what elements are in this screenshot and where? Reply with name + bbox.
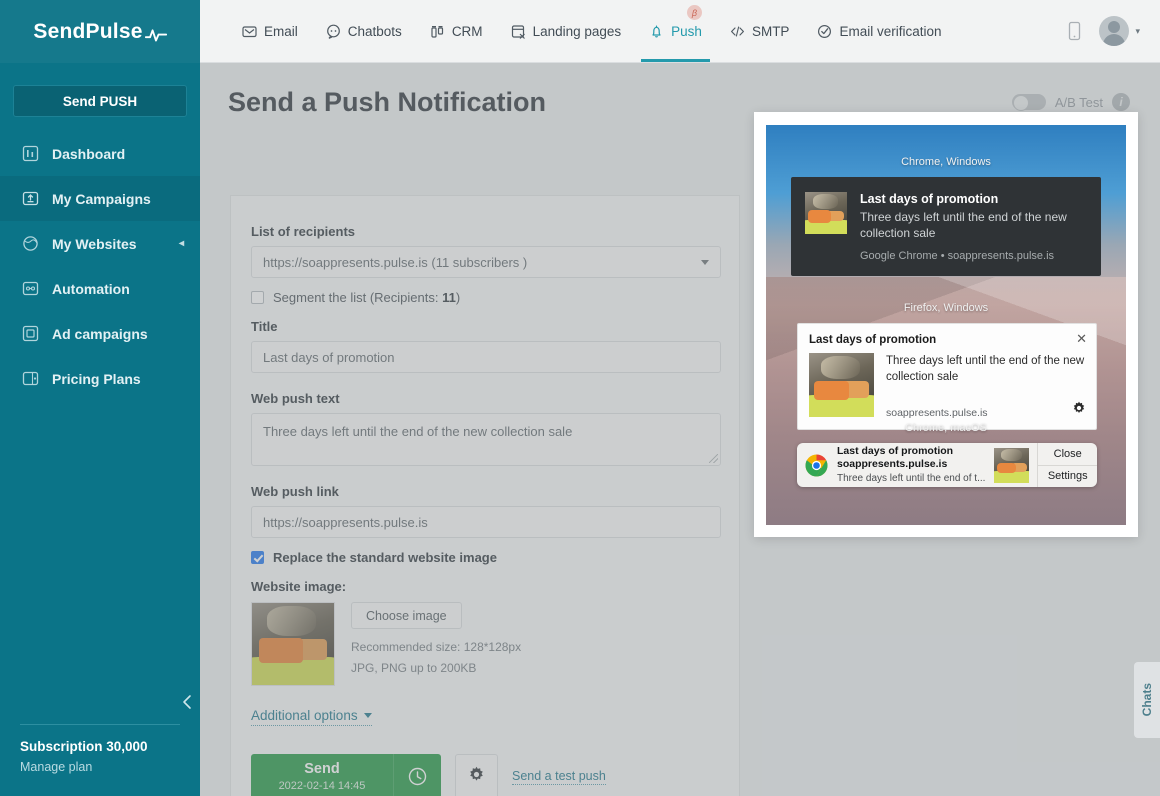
settings-button[interactable]: Settings	[1038, 466, 1097, 488]
tab-label: CRM	[451, 23, 483, 39]
preview-wallpaper: Chrome, Windows Last days of promotion T…	[766, 125, 1126, 525]
avatar-body	[1103, 34, 1126, 46]
top-navigation: Email Chatbots CRM Landing pages β Push …	[200, 0, 1160, 63]
notification-body: Three days left until the end of t...	[837, 472, 986, 484]
brand-logo[interactable]: SendPulse	[0, 0, 200, 63]
sidebar-item-automation[interactable]: Automation	[0, 266, 200, 311]
close-button[interactable]: Close	[1038, 443, 1097, 466]
notification-domain: soappresents.pulse.is	[837, 458, 948, 471]
notification-chrome-windows[interactable]: Last days of promotion Three days left u…	[791, 177, 1101, 277]
tab-push[interactable]: β Push	[635, 0, 716, 62]
sidebar-item-my-websites[interactable]: My Websites ◂	[0, 221, 200, 266]
sidebar-item-ad-campaigns[interactable]: Ad campaigns	[0, 311, 200, 356]
notification-title: Last days of promotion	[837, 445, 954, 458]
notification-source: soappresents.pulse.is	[886, 406, 988, 419]
chrome-icon	[805, 454, 828, 477]
ad-icon	[22, 325, 39, 342]
automation-icon	[22, 280, 39, 297]
sidebar-collapse-button[interactable]	[182, 694, 192, 712]
globe-icon	[22, 235, 39, 252]
notification-chrome-macos[interactable]: Last days of promotion soappresents.puls…	[797, 443, 1097, 487]
push-preview-modal: Chrome, Windows Last days of promotion T…	[754, 112, 1138, 537]
sidebar-nav: Send PUSH Dashboard My Campaigns My Webs…	[0, 63, 200, 401]
soap-product-image	[809, 353, 874, 417]
beta-badge: β	[686, 5, 702, 20]
tab-chatbots[interactable]: Chatbots	[312, 0, 416, 62]
soap-product-image	[994, 447, 1030, 483]
tab-label: Email	[264, 23, 298, 39]
check-circle-icon	[817, 24, 832, 39]
platform-label-firefox-windows: Firefox, Windows	[903, 302, 989, 314]
tab-smtp[interactable]: SMTP	[716, 0, 804, 62]
sidebar-item-label: My Websites	[52, 235, 137, 252]
chevron-down-icon[interactable]: ▾	[1135, 26, 1140, 37]
dashboard-icon	[22, 145, 39, 162]
crm-icon	[430, 24, 445, 39]
tab-crm[interactable]: CRM	[416, 0, 497, 62]
notification-firefox-windows[interactable]: Last days of promotion ✕ Three days left…	[797, 323, 1097, 430]
soap-product-image	[805, 192, 847, 234]
user-avatar[interactable]	[1099, 16, 1130, 46]
notification-title: Last days of promotion	[860, 192, 999, 206]
tab-label: Email verification	[839, 23, 942, 39]
sidebar-item-label: Dashboard	[52, 145, 126, 162]
tab-landing-pages[interactable]: Landing pages	[497, 0, 636, 62]
manage-plan-link[interactable]: Manage plan	[20, 760, 180, 774]
sidebar-item-my-campaigns[interactable]: My Campaigns	[0, 176, 200, 221]
notification-body: Three days left until the end of the new…	[860, 210, 1067, 241]
tab-label: Push	[671, 23, 702, 39]
subscription-title: Subscription 30,000	[20, 739, 148, 754]
sidebar-item-label: Pricing Plans	[52, 370, 141, 387]
platform-label-chrome-windows: Chrome, Windows	[901, 156, 991, 168]
pricing-icon	[22, 370, 39, 387]
divider	[20, 724, 180, 725]
chevron-left-icon: ◂	[178, 238, 184, 249]
code-icon	[730, 24, 745, 39]
tab-label: SMTP	[751, 23, 790, 39]
subscription-panel: Subscription 30,000 Manage plan	[0, 724, 200, 796]
landing-page-icon	[511, 24, 526, 39]
tab-email[interactable]: Email	[228, 0, 312, 62]
sidebar: SendPulse Send PUSH Dashboard My Campaig…	[0, 0, 200, 796]
notification-source: Google Chrome • soappresents.pulse.is	[860, 250, 1055, 263]
sidebar-item-label: Automation	[52, 280, 130, 297]
envelope-icon	[242, 24, 257, 39]
chats-tab[interactable]: Chats	[1134, 662, 1160, 738]
close-icon[interactable]: ✕	[1076, 332, 1087, 345]
avatar-head	[1108, 21, 1121, 33]
campaigns-icon	[22, 190, 39, 207]
brand-name: SendPulse	[33, 19, 143, 43]
tab-label: Chatbots	[347, 23, 402, 39]
bell-icon	[649, 24, 664, 39]
send-push-button[interactable]: Send PUSH	[13, 85, 187, 117]
tab-email-verification[interactable]: Email verification	[803, 0, 955, 62]
sidebar-item-dashboard[interactable]: Dashboard	[0, 131, 200, 176]
notification-title: Last days of promotion	[809, 334, 937, 346]
sidebar-item-pricing-plans[interactable]: Pricing Plans	[0, 356, 200, 401]
sidebar-item-label: My Campaigns	[52, 190, 151, 207]
platform-label-chrome-macos: Chrome, macOS	[905, 422, 987, 434]
notification-body: Three days left until the end of the new…	[886, 355, 1085, 384]
chats-tab-label: Chats	[1140, 683, 1154, 717]
pulse-wave-icon	[144, 27, 167, 43]
sidebar-item-label: Ad campaigns	[52, 325, 148, 342]
chat-bubble-icon	[326, 24, 341, 39]
mobile-phone-icon[interactable]	[1066, 21, 1083, 41]
tab-label: Landing pages	[532, 23, 622, 39]
gear-icon[interactable]	[1072, 401, 1086, 420]
